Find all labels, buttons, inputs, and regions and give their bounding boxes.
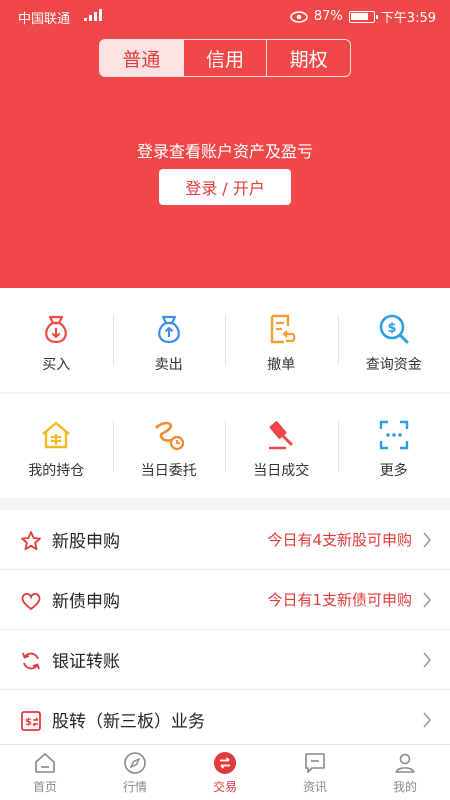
login-button[interactable]: 登录 / 开户 [159, 169, 291, 205]
tab-label: 资讯 [302, 780, 327, 794]
list-item-neeq-business[interactable]: $ 股转（新三板）业务 [0, 690, 450, 750]
grid-item-today-orders[interactable]: 当日委托 [112, 394, 226, 498]
grid-item-label: 当日委托 [140, 463, 197, 479]
tab-mine[interactable]: 我的 [360, 745, 450, 800]
grid-item-label: 更多 [379, 463, 408, 479]
chevron-right-icon [423, 532, 432, 548]
house-icon [42, 421, 71, 449]
list-item-subtitle: 今日有1支新债可申购 [267, 591, 412, 609]
home-icon [35, 752, 55, 773]
svg-text:$: $ [387, 321, 396, 336]
status-bar: 中国联通 87% 下午3:59 [0, 0, 450, 32]
grid-item-buy[interactable]: 买入 [0, 288, 113, 392]
bottom-tab-bar: 首页 行情 交易 资讯 我的 [0, 744, 450, 800]
tab-home[interactable]: 首页 [0, 745, 90, 800]
grid-item-label: 撤单 [267, 357, 296, 373]
list-item-title: 新股申购 [52, 532, 120, 552]
battery-percent: 87% [313, 9, 343, 24]
tab-options[interactable]: 期权 [267, 40, 350, 76]
grid-item-label: 查询资金 [365, 357, 422, 373]
gavel-icon [269, 421, 293, 450]
news-icon [305, 753, 325, 773]
battery-icon [348, 10, 378, 23]
heart-icon [21, 592, 41, 611]
service-list: 新股申购 今日有4支新股可申购 新债申购 今日有1支新债可申购 银证转账 $ 股… [0, 510, 450, 750]
grid-item-sell[interactable]: 卖出 [112, 288, 226, 392]
list-item-bank-transfer[interactable]: 银证转账 [0, 630, 450, 690]
clock: 下午3:59 [380, 11, 436, 26]
grid-item-label: 当日成交 [253, 463, 310, 479]
account-type-switch: 普通 信用 期权 [99, 39, 351, 77]
tab-credit[interactable]: 信用 [184, 40, 268, 76]
list-item-ipo-subscription[interactable]: 新股申购 今日有4支新股可申购 [0, 510, 450, 570]
scan-more-icon [379, 420, 408, 450]
money-bag-down-icon [45, 315, 68, 344]
svg-text:$: $ [25, 717, 32, 728]
tab-trade[interactable]: 交易 [180, 745, 270, 800]
star-icon [21, 531, 41, 551]
entrust-icon [154, 421, 184, 451]
search-money-icon: $ [379, 314, 409, 344]
grid-item-label: 我的持仓 [28, 463, 85, 479]
compass-icon [124, 752, 146, 774]
grid-item-label: 买入 [42, 357, 71, 373]
list-item-bond-subscription[interactable]: 新债申购 今日有1支新债可申购 [0, 570, 450, 630]
list-item-subtitle: 今日有4支新股可申购 [267, 531, 412, 549]
list-item-title: 银证转账 [52, 652, 120, 672]
signal-icon [84, 9, 102, 21]
document-undo-icon [271, 314, 296, 344]
refresh-icon [22, 652, 40, 670]
tab-label: 交易 [212, 780, 237, 794]
tab-market[interactable]: 行情 [90, 745, 180, 800]
chevron-right-icon [423, 652, 432, 668]
trade-icon [214, 752, 236, 774]
grid-item-my-positions[interactable]: 我的持仓 [0, 394, 113, 498]
login-hint: 登录查看账户资产及盈亏 [136, 142, 313, 161]
tab-news[interactable]: 资讯 [270, 745, 360, 800]
tab-normal[interactable]: 普通 [100, 40, 184, 76]
money-bag-up-icon [157, 315, 180, 344]
chevron-right-icon [423, 592, 432, 608]
carrier-label: 中国联通 [18, 12, 71, 27]
trade-header: 中国联通 87% 下午3:59 普通 信用 期权 登录查看账户资产及盈亏 登录 … [0, 0, 450, 288]
grid-item-label: 卖出 [154, 357, 183, 373]
transfer-doc-icon: $ [21, 711, 41, 731]
list-item-title: 新债申购 [52, 592, 120, 612]
trade-query-grid: 我的持仓 当日委托 当日成交 更多 [0, 394, 450, 498]
chevron-right-icon [423, 712, 432, 728]
tab-label: 我的 [392, 780, 417, 794]
grid-item-query-funds[interactable]: $ 查询资金 [337, 288, 450, 392]
grid-item-today-deals[interactable]: 当日成交 [225, 394, 338, 498]
trade-actions-grid: 买入 卖出 撤单 $ 查询资金 [0, 288, 450, 392]
tab-label: 首页 [32, 780, 57, 794]
grid-item-cancel-order[interactable]: 撤单 [225, 288, 338, 392]
user-icon [395, 753, 415, 773]
grid-item-more[interactable]: 更多 [337, 394, 450, 498]
tab-label: 行情 [122, 780, 147, 794]
eye-icon [290, 10, 308, 23]
list-item-title: 股转（新三板）业务 [52, 712, 205, 732]
